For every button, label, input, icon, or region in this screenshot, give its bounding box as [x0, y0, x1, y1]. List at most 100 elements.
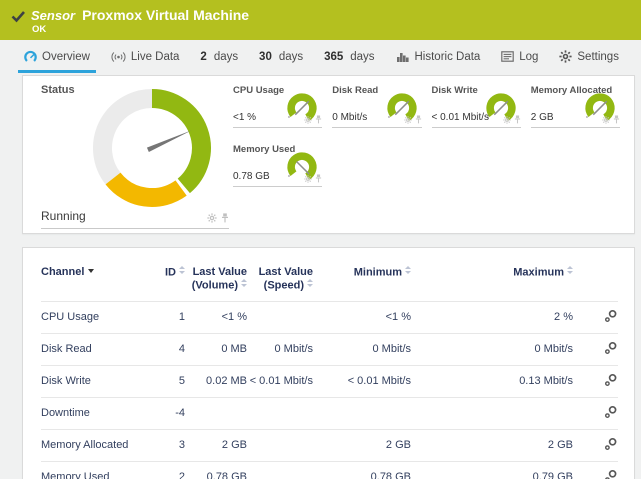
- last-value-speed: [247, 429, 313, 461]
- minimum-value: 0.78 GB: [313, 461, 411, 479]
- column-header-actions: [573, 260, 618, 301]
- last-value-speed: [247, 397, 313, 429]
- gear-icon[interactable]: [207, 213, 217, 223]
- gear-icon[interactable]: [503, 116, 511, 124]
- sort-icon: [179, 266, 185, 274]
- channel-table: Channel ID Last Value (Volume) Last Valu…: [41, 260, 618, 479]
- column-header-minimum[interactable]: Minimum: [313, 260, 411, 301]
- channel-settings-icon[interactable]: [604, 405, 618, 419]
- tab-overview[interactable]: Overview: [18, 40, 96, 73]
- pin-icon[interactable]: [415, 115, 422, 124]
- maximum-value: [411, 397, 573, 429]
- last-value-speed: [247, 301, 313, 333]
- mini-gauge-value: 2 GB: [531, 112, 554, 123]
- channel-name[interactable]: CPU Usage: [41, 301, 153, 333]
- pin-icon[interactable]: [315, 174, 322, 183]
- table-row: Disk Write 5 0.02 MB < 0.01 Mbit/s < 0.0…: [41, 365, 618, 397]
- mini-gauge-grid: CPU Usage <1 % Disk Read: [233, 82, 620, 187]
- pin-icon[interactable]: [514, 115, 521, 124]
- broadcast-icon: [111, 51, 126, 63]
- status-ok-check-icon: [11, 9, 26, 24]
- sort-desc-icon: [88, 269, 94, 273]
- tab-settings[interactable]: Settings: [553, 40, 625, 73]
- channel-settings-icon[interactable]: [604, 341, 618, 355]
- channel-settings-icon[interactable]: [604, 309, 618, 323]
- sort-icon: [567, 266, 573, 274]
- gear-icon[interactable]: [404, 116, 412, 124]
- column-header-last-value-speed[interactable]: Last Value (Speed): [247, 260, 313, 301]
- last-value-volume: 0.78 GB: [185, 461, 247, 479]
- column-header-channel[interactable]: Channel: [41, 260, 153, 301]
- table-header-row: Channel ID Last Value (Volume) Last Valu…: [41, 260, 618, 301]
- gear-icon[interactable]: [304, 175, 312, 183]
- column-header-last-value-volume[interactable]: Last Value (Volume): [185, 260, 247, 301]
- mini-gauge-cpu-usage[interactable]: CPU Usage <1 %: [233, 82, 322, 128]
- table-row: Downtime -4: [41, 397, 618, 429]
- tab-historic-data[interactable]: Historic Data: [390, 40, 487, 73]
- last-value-speed: < 0.01 Mbit/s: [247, 365, 313, 397]
- tab-log[interactable]: Log: [495, 40, 544, 73]
- gauge-icon: [24, 50, 37, 63]
- channel-id: 1: [153, 301, 185, 333]
- mini-gauge-disk-read[interactable]: Disk Read 0 Mbit/s: [332, 82, 421, 128]
- gear-icon: [559, 50, 572, 63]
- tab-365-days[interactable]: 365 days: [318, 40, 380, 73]
- table-row: Memory Allocated 3 2 GB 2 GB 2 GB: [41, 429, 618, 461]
- channel-name[interactable]: Memory Allocated: [41, 429, 153, 461]
- mini-gauge-value: 0.78 GB: [233, 171, 270, 182]
- status-gauge-value: Running: [41, 209, 86, 223]
- channel-id: 3: [153, 429, 185, 461]
- pin-icon[interactable]: [221, 213, 229, 223]
- status-gauge: [89, 85, 215, 211]
- tab-30-days[interactable]: 30 days: [253, 40, 309, 73]
- overview-gauges-panel: Status Running: [22, 75, 635, 234]
- pin-icon[interactable]: [315, 115, 322, 124]
- last-value-volume: [185, 397, 247, 429]
- channel-table-panel: Channel ID Last Value (Volume) Last Valu…: [22, 247, 635, 479]
- last-value-volume: 0 MB: [185, 333, 247, 365]
- gear-icon[interactable]: [602, 116, 610, 124]
- sensor-type-label: Sensor: [31, 8, 75, 23]
- mini-gauge-memory-allocated[interactable]: Memory Allocated 2 GB: [531, 82, 620, 128]
- channel-settings-icon[interactable]: [604, 373, 618, 387]
- minimum-value: 0 Mbit/s: [313, 333, 411, 365]
- last-value-speed: [247, 461, 313, 479]
- last-value-speed: 0 Mbit/s: [247, 333, 313, 365]
- maximum-value: 0 Mbit/s: [411, 333, 573, 365]
- table-row: CPU Usage 1 <1 % <1 % 2 %: [41, 301, 618, 333]
- channel-settings-icon[interactable]: [604, 437, 618, 451]
- maximum-value: 0.79 GB: [411, 461, 573, 479]
- pin-icon[interactable]: [613, 115, 620, 124]
- status-gauge-footer: Running: [41, 209, 229, 229]
- sort-icon: [307, 279, 313, 287]
- table-row: Disk Read 4 0 MB 0 Mbit/s 0 Mbit/s 0 Mbi…: [41, 333, 618, 365]
- last-value-volume: <1 %: [185, 301, 247, 333]
- channel-name[interactable]: Memory Used: [41, 461, 153, 479]
- sensor-tab-bar: Overview Live Data 2 days 30 days 365 da…: [0, 40, 641, 73]
- gear-icon[interactable]: [304, 116, 312, 124]
- channel-settings-icon[interactable]: [604, 469, 618, 479]
- mini-gauge-memory-used[interactable]: Memory Used 0.78 GB: [233, 141, 322, 187]
- maximum-value: 2 GB: [411, 429, 573, 461]
- minimum-value: < 0.01 Mbit/s: [313, 365, 411, 397]
- bar-chart-icon: [396, 51, 410, 63]
- mini-gauge-value: 0 Mbit/s: [332, 112, 367, 123]
- prtg-sensor-page: SensorProxmox Virtual Machine OK Overvie…: [0, 0, 641, 479]
- column-header-maximum[interactable]: Maximum: [411, 260, 573, 301]
- status-gauge-needle: [147, 128, 193, 152]
- channel-name[interactable]: Disk Write: [41, 365, 153, 397]
- sort-icon: [241, 279, 247, 287]
- sort-icon: [405, 266, 411, 274]
- channel-name[interactable]: Downtime: [41, 397, 153, 429]
- channel-id: 5: [153, 365, 185, 397]
- tab-2-days[interactable]: 2 days: [194, 40, 244, 73]
- channel-id: 4: [153, 333, 185, 365]
- log-icon: [501, 51, 514, 62]
- last-value-volume: 2 GB: [185, 429, 247, 461]
- mini-gauge-value: <1 %: [233, 112, 256, 123]
- mini-gauge-disk-write[interactable]: Disk Write < 0.01 Mbit/s: [432, 82, 521, 128]
- channel-id: 2: [153, 461, 185, 479]
- column-header-id[interactable]: ID: [153, 260, 185, 301]
- channel-name[interactable]: Disk Read: [41, 333, 153, 365]
- tab-live-data[interactable]: Live Data: [105, 40, 186, 73]
